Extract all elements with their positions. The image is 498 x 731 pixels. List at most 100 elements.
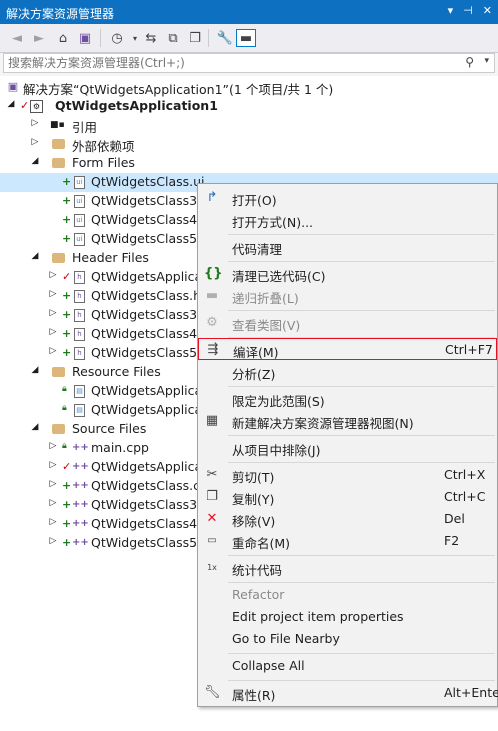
expanded-arrow-icon[interactable]: ◢ [30,365,40,375]
expanded-arrow-icon[interactable]: ◢ [30,156,40,166]
collapsed-arrow-icon[interactable]: ▷ [48,441,58,451]
close-icon[interactable]: ✕ [483,4,492,17]
cpp-file-icon: ++ [72,499,89,510]
menu-item-scope-to-this[interactable]: 限定为此范围(S) [198,388,497,410]
remove-x-icon: ✕ [206,511,218,526]
file-label: QtWidgetsClass4.c [91,516,208,531]
switch-views-icon[interactable]: ▣ [76,29,94,47]
menu-item-new-explorer-view[interactable]: ▦ 新建解决方案资源管理器视图(N) [198,410,497,432]
menu-item-compile[interactable]: ⇶ 编译(M) Ctrl+F7 [198,338,497,360]
toolbar-separator [100,29,101,47]
collapsed-arrow-icon[interactable]: ▷ [48,289,58,299]
braces-icon: {} [204,266,223,281]
count-icon: 1x [207,563,217,572]
menu-separator [228,462,495,463]
tree-item-references[interactable]: ▷ ■▪ 引用 [0,116,498,135]
tree-item-external-deps[interactable]: ▷ 外部依赖项 [0,135,498,154]
menu-item-label: 属性(R) [232,688,276,703]
references-label: 引用 [72,120,98,135]
collapsed-arrow-icon[interactable]: ▷ [48,270,58,280]
sync-icon[interactable]: ⇆ [142,29,160,47]
collapsed-arrow-icon[interactable]: ▷ [48,498,58,508]
solution-icon: ▣ [7,80,19,93]
collapse-all-icon[interactable]: ⧉ [164,29,182,47]
added-icon: + [62,327,72,340]
class-diagram-icon: ⚙ [206,315,218,330]
collapse-icon: ▬ [205,288,219,303]
toolbar: ◄ ► ⌂ ▣ ◷ ▾ ⇆ ⧉ ❐ 🔧 ▬ [0,24,498,53]
menu-item-count-code[interactable]: 1x 统计代码 [198,557,497,579]
menu-item-exclude[interactable]: 从项目中排除(J) [198,437,497,459]
tree-item-form-files[interactable]: ◢ Form Files [0,154,498,173]
added-icon: + [62,175,72,188]
header-file-icon: h [74,328,85,341]
home-icon[interactable]: ⌂ [54,29,72,47]
menu-item-label: 新建解决方案资源管理器视图(N) [232,416,414,431]
dropdown-icon[interactable]: ▾ [448,4,454,17]
menu-item-class-diagram: ⚙ 查看类图(V) [198,312,497,334]
search-icon[interactable]: ⚲ [465,55,474,69]
menu-item-edit-properties[interactable]: Edit project item properties [198,606,497,628]
menu-item-refactor: Refactor [198,584,497,606]
file-label: QtWidgetsApplicat [91,402,208,417]
cpp-file-icon: ++ [72,461,89,472]
pin-icon[interactable]: ⊣ [463,4,473,17]
back-icon[interactable]: ◄ [8,29,26,47]
menu-item-open[interactable]: ↱ 打开(O) [198,187,497,209]
menu-item-shortcut: Ctrl+F7 [445,342,493,357]
expanded-arrow-icon[interactable]: ◢ [6,99,16,109]
menu-item-shortcut: Ctrl+C [444,489,486,504]
folder-icon [52,158,65,168]
menu-item-recursive-collapse: ▬ 递归折叠(L) [198,285,497,307]
collapsed-arrow-icon[interactable]: ▷ [48,536,58,546]
added-icon: + [62,308,72,321]
added-icon: + [62,498,72,511]
collapsed-arrow-icon[interactable]: ▷ [48,308,58,318]
menu-item-analyze[interactable]: 分析(Z) [198,361,497,383]
file-label: QtWidgetsApplicat [91,459,208,474]
preview-selected-icon[interactable]: ▬ [236,29,256,47]
search-box[interactable]: ⚲ ▾ [3,53,495,73]
pending-changes-icon[interactable]: ◷ [108,29,126,47]
collapsed-arrow-icon[interactable]: ▷ [48,517,58,527]
collapsed-arrow-icon[interactable]: ▷ [48,346,58,356]
added-icon: + [62,517,72,530]
tree-item-solution[interactable]: ▣ 解决方案“QtWidgetsApplication1”(1 个项目/共 1 … [0,78,498,97]
menu-item-collapse-all[interactable]: Collapse All [198,655,497,677]
folder-label: Form Files [72,155,135,170]
collapsed-arrow-icon[interactable]: ▷ [30,118,40,128]
file-label: QtWidgetsClass.ui [91,174,205,189]
collapsed-arrow-icon[interactable]: ▷ [48,460,58,470]
menu-separator [228,310,495,311]
menu-item-go-to-file-nearby[interactable]: Go to File Nearby [198,628,497,650]
show-all-files-icon[interactable]: ❐ [186,29,204,47]
menu-item-shortcut: Alt+Enter [444,685,498,700]
file-label: QtWidgetsClass3.u [91,193,210,208]
menu-item-copy[interactable]: ❐ 复制(Y) Ctrl+C [198,486,497,508]
menu-item-properties[interactable]: 🔧︎ 属性(R) Alt+Enter [198,682,498,704]
collapsed-arrow-icon[interactable]: ▷ [48,327,58,337]
menu-item-label: 代码清理 [232,242,283,257]
checkmark-icon: ✓ [20,99,30,112]
menu-item-cut[interactable]: ✂ 剪切(T) Ctrl+X [198,464,497,486]
menu-separator [228,653,495,654]
collapsed-arrow-icon[interactable]: ▷ [48,479,58,489]
menu-item-label: 递归折叠(L) [232,291,299,306]
expanded-arrow-icon[interactable]: ◢ [30,251,40,261]
properties-wrench-icon[interactable]: 🔧 [216,29,234,47]
tree-item-project[interactable]: ◢ ✓ ⚙ QtWidgetsApplication1 [0,97,498,116]
collapsed-arrow-icon[interactable]: ▷ [30,137,40,147]
menu-item-clean-selected[interactable]: {} 清理已选代码(C) [198,263,497,285]
search-input[interactable] [8,55,448,71]
expanded-arrow-icon[interactable]: ◢ [30,422,40,432]
search-options-icon[interactable]: ▾ [484,56,489,66]
menu-separator [228,435,495,436]
menu-item-label: 统计代码 [232,563,283,578]
menu-item-code-cleanup[interactable]: 代码清理 [198,236,497,258]
menu-item-open-with[interactable]: 打开方式(N)... [198,209,497,231]
forward-icon[interactable]: ► [30,29,48,47]
ui-file-icon: ui [74,233,85,246]
folder-label: Source Files [72,421,147,436]
menu-item-remove[interactable]: ✕ 移除(V) Del [198,508,497,530]
menu-item-rename[interactable]: ▭ 重命名(M) F2 [198,530,497,552]
